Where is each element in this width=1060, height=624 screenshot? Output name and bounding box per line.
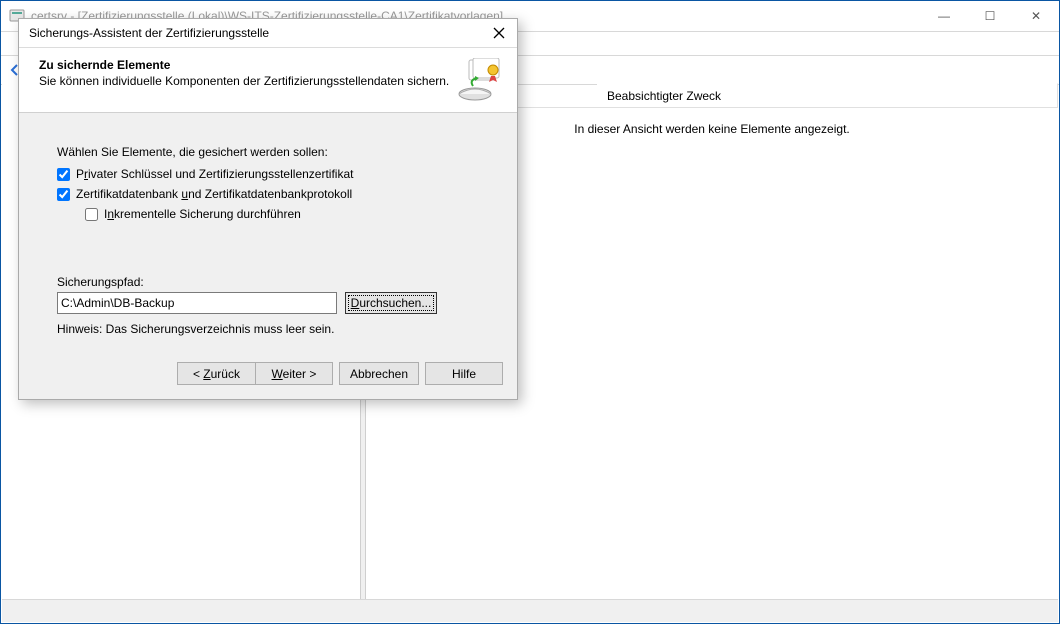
backup-path-input[interactable] bbox=[57, 292, 337, 314]
help-button[interactable]: Hilfe bbox=[425, 362, 503, 385]
incremental-checkbox[interactable] bbox=[85, 208, 98, 221]
private-key-label[interactable]: Privater Schlüssel und Zertifizierungsst… bbox=[76, 167, 353, 181]
dialog-header: Zu sichernde Elemente Sie können individ… bbox=[19, 48, 517, 113]
dialog-heading: Zu sichernde Elemente bbox=[39, 58, 455, 72]
close-button[interactable]: ✕ bbox=[1013, 1, 1059, 31]
next-button[interactable]: Weiter > bbox=[255, 362, 333, 385]
option-cert-database: Zertifikatdatenbank und Zertifikatdatenb… bbox=[57, 187, 487, 201]
maximize-button[interactable]: ☐ bbox=[967, 1, 1013, 31]
dialog-footer: < Zurück Weiter > Abbrechen Hilfe bbox=[19, 352, 517, 399]
backup-path-section: Sicherungspfad: DDurchsuchen...urchsuche… bbox=[57, 275, 487, 336]
option-private-key: Privater Schlüssel und Zertifizierungsst… bbox=[57, 167, 487, 181]
status-bar bbox=[2, 599, 1058, 622]
minimize-button[interactable]: — bbox=[921, 1, 967, 31]
back-button[interactable]: < Zurück bbox=[177, 362, 255, 385]
browse-button[interactable]: DDurchsuchen...urchsuchen... bbox=[345, 292, 437, 314]
cert-database-checkbox[interactable] bbox=[57, 188, 70, 201]
incremental-label[interactable]: Inkrementelle Sicherung durchführen bbox=[104, 207, 301, 221]
dialog-title: Sicherungs-Assistent der Zertifizierungs… bbox=[29, 26, 485, 40]
window-controls: — ☐ ✕ bbox=[921, 1, 1059, 31]
select-elements-label: Wählen Sie Elemente, die gesichert werde… bbox=[57, 145, 487, 159]
option-incremental: Inkrementelle Sicherung durchführen bbox=[85, 207, 487, 221]
dialog-subheading: Sie können individuelle Komponenten der … bbox=[39, 74, 455, 88]
dialog-body: Wählen Sie Elemente, die gesichert werde… bbox=[19, 113, 517, 352]
backup-path-label: Sicherungspfad: bbox=[57, 275, 487, 289]
certificate-backup-icon bbox=[455, 58, 505, 102]
private-key-checkbox[interactable] bbox=[57, 168, 70, 181]
cert-database-label[interactable]: Zertifikatdatenbank und Zertifikatdatenb… bbox=[76, 187, 352, 201]
backup-wizard-dialog: Sicherungs-Assistent der Zertifizierungs… bbox=[18, 18, 518, 400]
backup-hint: Hinweis: Das Sicherungsverzeichnis muss … bbox=[57, 322, 487, 336]
cancel-button[interactable]: Abbrechen bbox=[339, 362, 419, 385]
dialog-close-button[interactable] bbox=[485, 22, 513, 44]
column-purpose[interactable]: Beabsichtigter Zweck bbox=[597, 83, 1058, 107]
dialog-titlebar: Sicherungs-Assistent der Zertifizierungs… bbox=[19, 19, 517, 48]
